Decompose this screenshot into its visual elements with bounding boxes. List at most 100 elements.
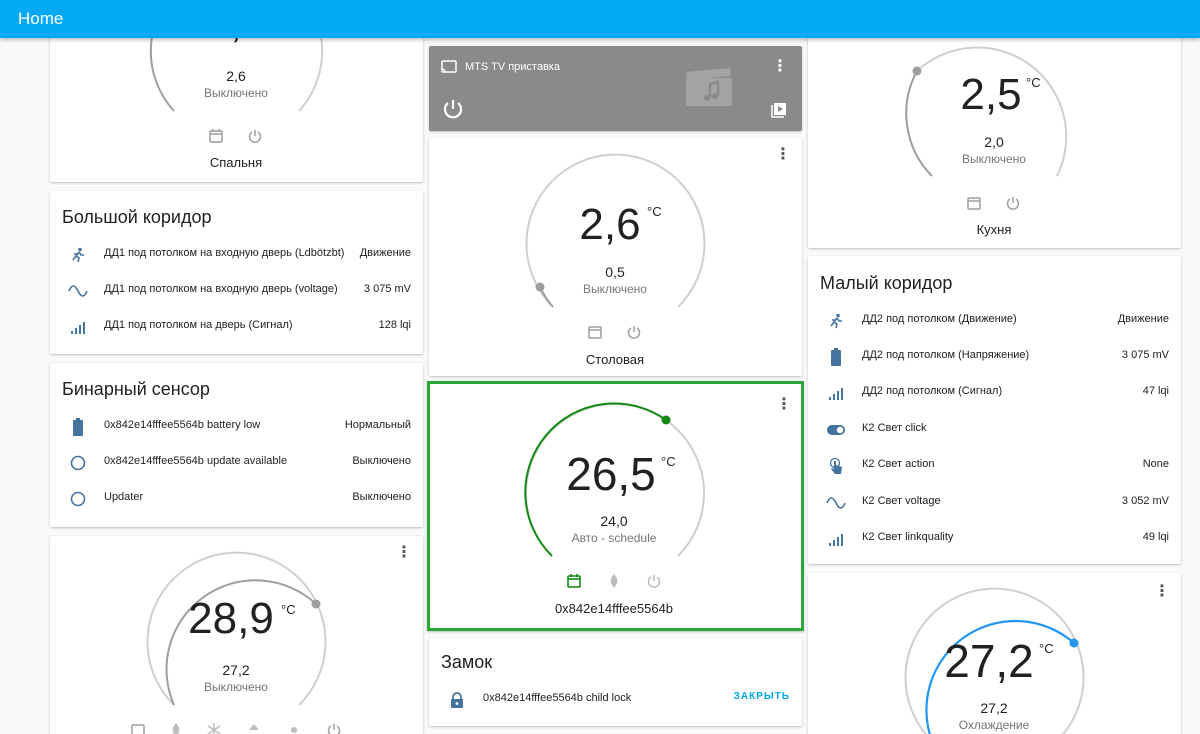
hvac-state: Выключено [204, 86, 268, 100]
more-options-icon[interactable]: ⋮ [771, 58, 789, 76]
sine-wave-icon [66, 282, 90, 300]
entity-row[interactable]: ДД1 под потолком на дверь (Сигнал) 128 l… [50, 309, 423, 345]
power-icon[interactable] [1005, 195, 1023, 213]
entity-name: ДД2 под потолком (Движение) [862, 313, 1017, 325]
card-title: Бинарный сенсор [62, 379, 210, 399]
schedule-calendar-icon[interactable] [587, 324, 605, 342]
toggle-icon [824, 421, 848, 439]
entity-row[interactable]: К2 Свет action None [808, 448, 1181, 484]
fan-icon[interactable] [286, 722, 304, 734]
hvac-state: Выключено [204, 680, 268, 694]
entity-name: ДД1 под потолком на входную дверь (volta… [104, 283, 338, 295]
heat-cool-icon[interactable] [246, 722, 264, 734]
entity-row: 0x842e14fffee5564b child lock ЗАКРЫТЬ [429, 682, 802, 718]
entity-state: 3 075 mV [1121, 349, 1169, 361]
current-temperature: 27,2 [222, 662, 250, 678]
flame-icon[interactable] [168, 722, 186, 734]
movie-icon [684, 68, 734, 108]
entity-state: Выключено [352, 455, 411, 467]
run-icon [66, 246, 90, 264]
target-temperature: 2,5 [960, 70, 1022, 119]
entity-name: ДД1 под потолком на дверь (Сигнал) [104, 319, 293, 331]
cast-icon [441, 60, 457, 74]
target-temperature: 2,6 [579, 200, 641, 249]
power-icon[interactable] [626, 324, 644, 342]
entity-state: 47 lqi [1142, 385, 1169, 397]
hvac-state: Авто - schedule [571, 531, 657, 545]
target-temperature: 26,5 [566, 448, 656, 500]
entity-row[interactable]: ДД2 под потолком (Напряжение) 3 075 mV [808, 339, 1181, 375]
source-select-icon[interactable] [771, 102, 787, 118]
thermostat-card-spalnya: 2,6 2,6 Выключено Спальня [50, 20, 423, 182]
entity-row[interactable]: К2 Свет click [808, 412, 1181, 448]
thermostat-card-stolovaya: ⋮ 2,6 °C 0,5 Выключено Столовая [429, 138, 802, 376]
signal-icon [824, 384, 848, 402]
entity-name: ДД1 под потолком на входную дверь (Ldböt… [104, 247, 345, 259]
entity-state: 128 lqi [378, 319, 411, 331]
hvac-state: Охлаждение [958, 718, 1030, 732]
entities-card-binary-sensor: Бинарный сенсор 0x842e14fffee5564b batte… [50, 363, 423, 527]
lock-icon [445, 691, 469, 709]
entities-card-small-corridor: Малый коридор ДД2 под потолком (Движение… [808, 256, 1181, 564]
entity-name: К2 Свет voltage [862, 495, 941, 507]
temperature-unit: °C [281, 602, 296, 617]
temperature-unit: °C [1039, 641, 1054, 656]
hvac-state: Выключено [962, 152, 1026, 166]
schedule-calendar-icon[interactable] [208, 128, 226, 146]
entity-state: None [1142, 458, 1169, 470]
entity-row[interactable]: Updater Выключено [50, 481, 423, 517]
entity-row[interactable]: ДД1 под потолком на входную дверь (volta… [50, 273, 423, 309]
entity-state: 49 lqi [1142, 531, 1169, 543]
snowflake-icon[interactable] [206, 722, 224, 734]
power-button[interactable] [441, 97, 465, 121]
entity-name: 0x842e14fffee5564b child lock [483, 692, 632, 704]
entity-state: Движение [1117, 313, 1169, 325]
touch-icon [824, 457, 848, 475]
signal-icon [66, 318, 90, 336]
entity-row[interactable]: ДД1 под потолком на входную дверь (Ldböt… [50, 237, 423, 273]
entity-row[interactable]: 0x842e14fffee5564b update available Выкл… [50, 445, 423, 481]
schedule-calendar-icon[interactable] [566, 573, 584, 591]
entity-name: 0x842e14fffee5564b update available [104, 455, 288, 467]
entity-row[interactable]: К2 Свет voltage 3 052 mV [808, 485, 1181, 521]
entity-state: Нормальный [344, 419, 411, 431]
entity-name: ДД2 под потолком (Напряжение) [862, 349, 1030, 361]
signal-icon [824, 530, 848, 548]
entity-name: К2 Свет action [862, 458, 935, 470]
thermostat-name: Кухня [976, 222, 1012, 237]
entity-row[interactable]: К2 Свет linkquality 49 lqi [808, 521, 1181, 557]
current-temperature: 24,0 [600, 513, 628, 529]
thermostat-card-auto: ⋮ 26,5 °C 24,0 Авто - schedule 0x842e14f… [427, 381, 804, 631]
lock-button[interactable]: ЗАКРЫТЬ [734, 691, 790, 702]
temperature-unit: °C [1026, 75, 1041, 90]
entity-row[interactable]: ДД2 под потолком (Движение) Движение [808, 303, 1181, 339]
thermostat-name: Столовая [585, 352, 645, 367]
entity-state: 3 052 mV [1121, 495, 1169, 507]
schedule-calendar-icon[interactable] [130, 722, 148, 734]
thermostat-card-right-bottom: ⋮ 27,2 °C 27,2 Охлаждение [808, 573, 1181, 734]
power-icon[interactable] [326, 722, 344, 734]
hvac-state: Выключено [583, 282, 647, 296]
target-temperature: 28,9 [188, 594, 274, 643]
sine-wave-icon [824, 494, 848, 512]
media-player-name: MTS TV приставка [465, 61, 560, 73]
schedule-calendar-icon[interactable] [966, 195, 984, 213]
top-app-bar: Home [0, 0, 1200, 38]
thermostat-card-left-bottom: ⋮ 28,9 °C 27,2 Выключено [50, 536, 423, 734]
current-temperature: 2,0 [984, 134, 1004, 150]
power-icon[interactable] [247, 128, 265, 146]
temperature-unit: °C [661, 454, 676, 469]
entity-name: Updater [104, 491, 144, 503]
power-icon[interactable] [646, 573, 664, 591]
entities-card-lock: Замок 0x842e14fffee5564b child lock ЗАКР… [429, 638, 802, 726]
battery-icon [66, 418, 90, 436]
battery-icon [824, 348, 848, 366]
current-temperature: 0,5 [605, 264, 625, 280]
entity-row[interactable]: 0x842e14fffee5564b battery low Нормальны… [50, 409, 423, 445]
flame-icon[interactable] [606, 573, 624, 591]
entity-state: Движение [359, 247, 411, 259]
entity-name: ДД2 под потолком (Сигнал) [862, 385, 1003, 397]
entity-row[interactable]: ДД2 под потолком (Сигнал) 47 lqi [808, 375, 1181, 411]
entity-state: 3 075 mV [363, 283, 411, 295]
run-icon [824, 312, 848, 330]
